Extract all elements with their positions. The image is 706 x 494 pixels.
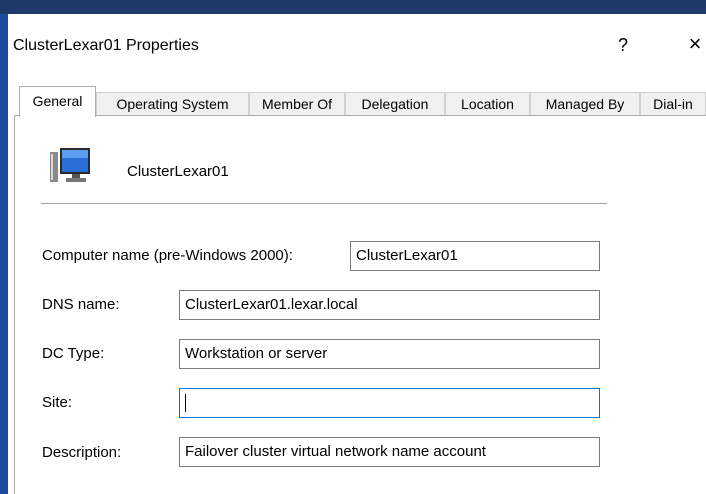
- computer-name-label: Computer name (pre-Windows 2000):: [42, 247, 293, 264]
- tab-dial-in[interactable]: Dial-in: [640, 92, 706, 116]
- properties-dialog: ClusterLexar01 Properties ? × General Op…: [8, 14, 706, 494]
- tab-strip: General Operating System Member Of Deleg…: [8, 86, 706, 117]
- object-name: ClusterLexar01: [127, 163, 229, 180]
- window-title: ClusterLexar01 Properties: [13, 37, 199, 54]
- computer-icon: [50, 148, 90, 182]
- tab-managed-by[interactable]: Managed By: [530, 92, 640, 116]
- close-button[interactable]: ×: [684, 30, 706, 58]
- dns-name-label: DNS name:: [42, 296, 120, 313]
- computer-name-field[interactable]: ClusterLexar01: [350, 241, 600, 271]
- window-top-strip: [0, 0, 706, 14]
- description-field[interactable]: Failover cluster virtual network name ac…: [179, 437, 600, 467]
- help-button[interactable]: ?: [614, 32, 632, 58]
- title-bar[interactable]: ClusterLexar01 Properties ? ×: [8, 14, 706, 76]
- window-left-edge: [0, 14, 8, 494]
- site-field[interactable]: [179, 388, 600, 418]
- tab-member-of[interactable]: Member Of: [249, 92, 345, 116]
- text-caret: [185, 394, 186, 412]
- general-tab-panel: ClusterLexar01 Computer name (pre-Window…: [14, 115, 706, 494]
- dc-type-field[interactable]: Workstation or server: [179, 339, 600, 369]
- dns-name-field[interactable]: ClusterLexar01.lexar.local: [179, 290, 600, 320]
- description-label: Description:: [42, 444, 122, 461]
- tab-delegation[interactable]: Delegation: [345, 92, 445, 116]
- tab-location[interactable]: Location: [445, 92, 530, 116]
- site-label: Site:: [42, 394, 73, 411]
- tab-operating-system[interactable]: Operating System: [96, 92, 249, 116]
- divider: [41, 203, 607, 204]
- tab-general[interactable]: General: [19, 86, 96, 117]
- dc-type-label: DC Type:: [42, 345, 105, 362]
